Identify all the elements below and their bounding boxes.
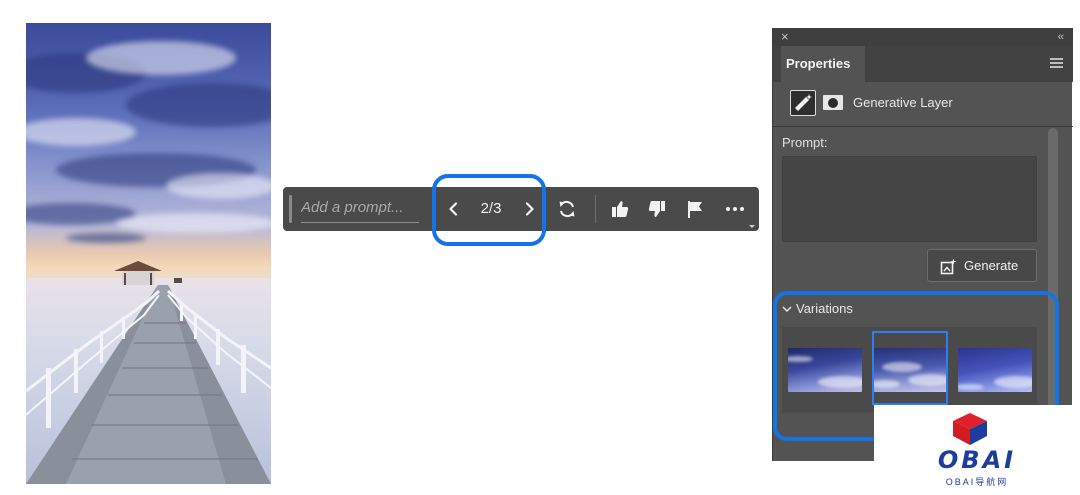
thumbs-up-button[interactable] — [609, 197, 631, 221]
prompt-label: Prompt: — [782, 135, 828, 150]
chevron-left-icon — [449, 202, 458, 216]
previous-variation-button[interactable] — [445, 197, 461, 221]
collapse-panel-icon[interactable]: ‹‹ — [1058, 30, 1064, 44]
variation-thumbnail-1[interactable] — [788, 348, 862, 392]
flag-icon — [688, 201, 702, 218]
prompt-textarea-wrapper — [782, 156, 1048, 253]
thumbs-up-icon — [612, 201, 629, 217]
screenshot-stage: 2/3 — [0, 0, 1080, 495]
drag-handle-icon[interactable] — [289, 195, 292, 223]
prompt-input-wrapper — [301, 197, 419, 223]
layer-info-row: Generative Layer — [773, 84, 1073, 124]
pier-illustration — [26, 261, 271, 484]
cube-logo-icon — [953, 413, 987, 445]
thumbs-down-button[interactable] — [646, 197, 668, 221]
properties-panel: × ‹‹ Properties Generative Layer Prompt: — [772, 28, 1073, 461]
more-icon — [726, 207, 744, 211]
tab-properties[interactable]: Properties — [781, 46, 865, 82]
task-bar-separator — [595, 195, 596, 223]
variation-counter: 2/3 — [480, 200, 502, 217]
close-panel-icon[interactable]: × — [781, 30, 789, 44]
prompt-textarea[interactable] — [783, 157, 1048, 253]
chevron-right-icon — [525, 202, 534, 216]
task-bar-options-caret[interactable] — [749, 225, 755, 228]
panel-divider — [773, 126, 1073, 127]
canvas-image — [26, 23, 271, 484]
generate-icon — [940, 258, 957, 275]
watermark-subtitle: OBAI导航网 — [945, 477, 1009, 487]
layer-type-label: Generative Layer — [853, 95, 953, 110]
panel-tab-row: Properties — [773, 46, 1073, 82]
panel-menu-icon[interactable] — [1050, 58, 1063, 69]
report-button[interactable] — [684, 197, 706, 221]
layer-mask-icon[interactable] — [823, 95, 843, 110]
generate-button[interactable]: Generate — [927, 249, 1037, 282]
watermark-title: OBAI — [937, 446, 1017, 474]
variations-section-header[interactable]: Variations — [782, 300, 853, 318]
chevron-down-icon — [782, 300, 792, 318]
prompt-input[interactable] — [301, 197, 419, 219]
panel-title-strip: × ‹‹ — [773, 28, 1073, 46]
variations-label: Variations — [796, 301, 853, 316]
regenerate-button[interactable] — [556, 197, 578, 221]
generate-button-label: Generate — [964, 258, 1019, 273]
next-variation-button[interactable] — [522, 197, 538, 221]
variation-thumbnail-3[interactable] — [958, 348, 1032, 392]
more-options-button[interactable] — [724, 197, 746, 221]
contextual-task-bar: 2/3 — [283, 187, 759, 231]
generative-layer-icon — [790, 90, 816, 116]
selected-variation-frame — [872, 331, 948, 405]
regenerate-icon — [559, 200, 575, 218]
watermark: OBAI OBAI导航网 — [874, 405, 1080, 495]
thumbs-down-icon — [648, 201, 665, 217]
